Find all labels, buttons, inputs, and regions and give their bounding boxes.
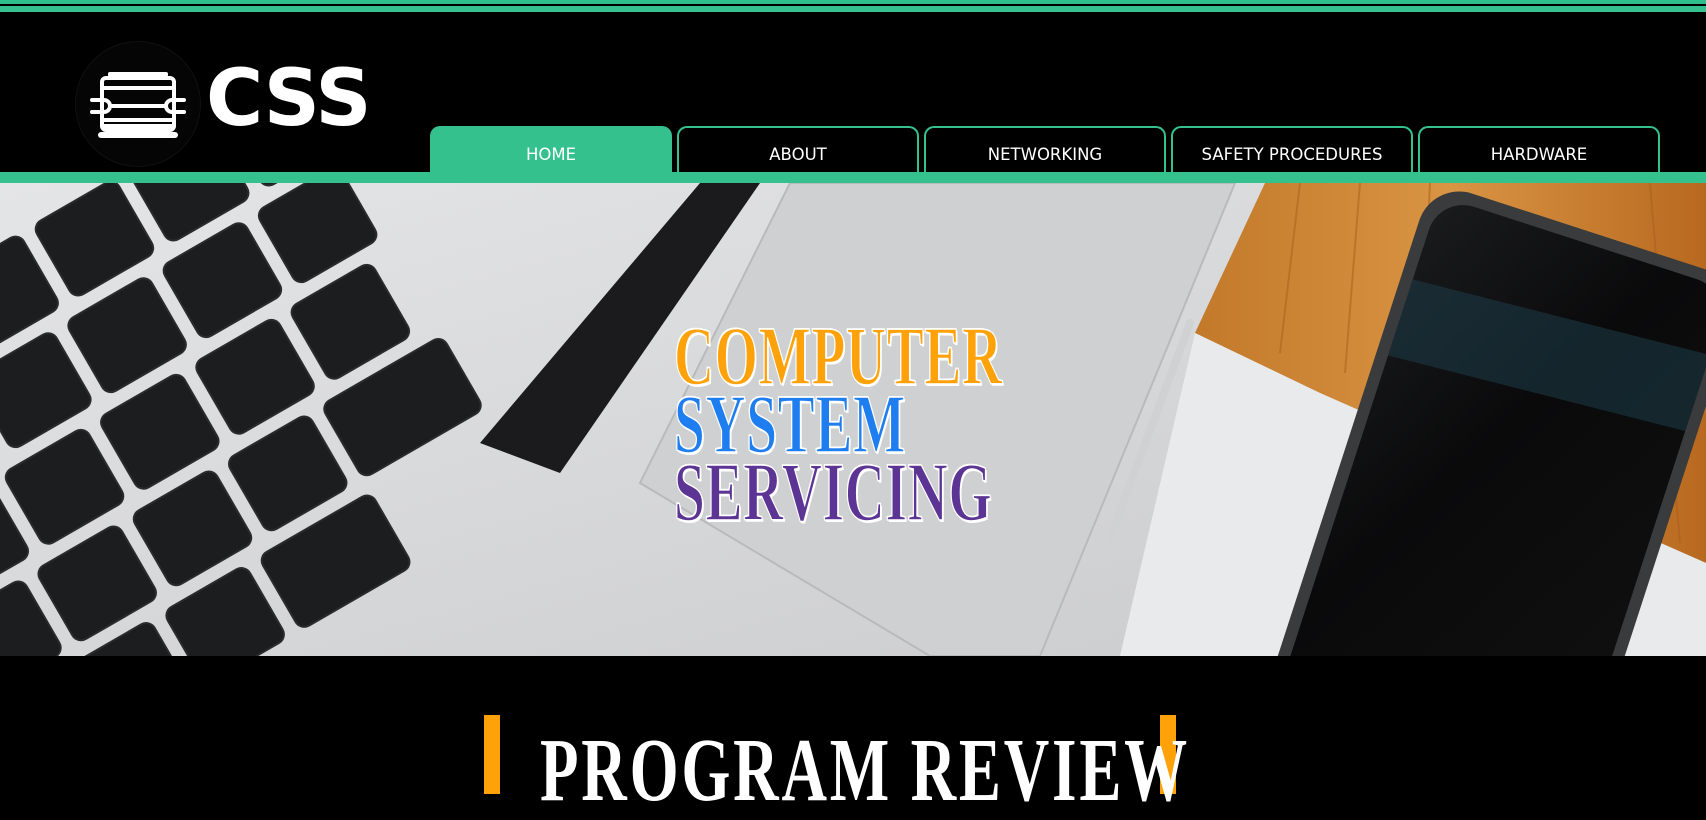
header-divider [0,172,1706,183]
site-logo[interactable] [76,42,200,166]
hero-banner: COMPUTER SYSTEM SERVICING [0,183,1706,656]
top-line-thick [0,6,1706,12]
toolbox-wrench-icon [90,72,186,138]
top-line-thin [0,0,1706,4]
site-header: CSS HOME ABOUT NETWORKING SAFETY PROCEDU… [0,14,1706,186]
top-accent-lines [0,0,1706,14]
brand-name[interactable]: CSS [206,60,372,138]
title-accent-bar-left [484,715,500,794]
section-title: PROGRAM REVIEW [540,721,1190,820]
program-review-section: PROGRAM REVIEW [0,656,1706,816]
hero-title-line-3: SERVICING [674,446,993,539]
hero-title: COMPUTER SYSTEM SERVICING [674,314,1003,539]
